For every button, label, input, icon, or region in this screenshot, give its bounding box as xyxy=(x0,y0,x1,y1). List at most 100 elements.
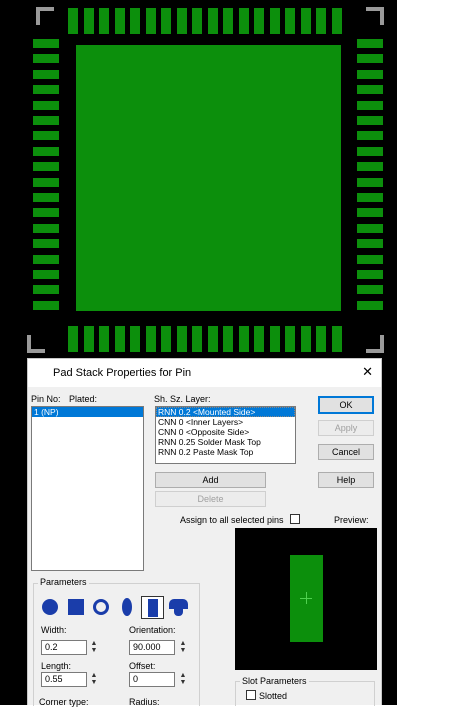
help-button[interactable]: Help xyxy=(318,472,374,488)
smd-pad[interactable] xyxy=(357,39,383,48)
smd-pad[interactable] xyxy=(357,54,383,63)
smd-pad[interactable] xyxy=(33,239,59,248)
smd-pad[interactable] xyxy=(161,326,171,352)
smd-pad[interactable] xyxy=(357,255,383,264)
smd-pad[interactable] xyxy=(254,8,264,34)
smd-pad[interactable] xyxy=(357,101,383,110)
smd-pad[interactable] xyxy=(357,178,383,187)
add-button[interactable]: Add xyxy=(155,472,266,488)
smd-pad[interactable] xyxy=(177,8,187,34)
smd-pad[interactable] xyxy=(357,193,383,202)
smd-pad[interactable] xyxy=(177,326,187,352)
smd-pad[interactable] xyxy=(357,70,383,79)
smd-pad[interactable] xyxy=(33,301,59,310)
smd-pad[interactable] xyxy=(223,326,233,352)
smd-pad[interactable] xyxy=(301,326,311,352)
width-spinner-icon[interactable]: ▲ ▼ xyxy=(90,640,98,656)
smd-pad[interactable] xyxy=(33,255,59,264)
layer-list-item[interactable]: RNN 0.2 <Mounted Side> xyxy=(156,407,295,417)
smd-pad[interactable] xyxy=(239,8,249,34)
layer-list-item[interactable]: CNN 0 <Opposite Side> xyxy=(156,427,295,437)
smd-pad[interactable] xyxy=(33,193,59,202)
square-shape-button[interactable] xyxy=(65,596,88,619)
smd-pad[interactable] xyxy=(33,39,59,48)
smd-pad[interactable] xyxy=(254,326,264,352)
smd-pad[interactable] xyxy=(270,326,280,352)
ok-button[interactable]: OK xyxy=(318,396,374,414)
smd-pad[interactable] xyxy=(270,8,280,34)
smd-pad[interactable] xyxy=(99,8,109,34)
length-spinner-icon[interactable]: ▲ ▼ xyxy=(90,672,98,688)
layer-list-item[interactable]: CNN 0 <Inner Layers> xyxy=(156,417,295,427)
smd-pad[interactable] xyxy=(33,208,59,217)
smd-pad[interactable] xyxy=(357,239,383,248)
orientation-field[interactable]: 90.000 xyxy=(129,640,175,655)
smd-pad[interactable] xyxy=(332,8,342,34)
smd-pad[interactable] xyxy=(84,8,94,34)
smd-pad[interactable] xyxy=(285,8,295,34)
smd-pad[interactable] xyxy=(84,326,94,352)
smd-pad[interactable] xyxy=(208,326,218,352)
circle-shape-button[interactable] xyxy=(39,596,62,619)
smd-pad[interactable] xyxy=(33,285,59,294)
smd-pad[interactable] xyxy=(192,326,202,352)
delete-button[interactable]: Delete xyxy=(155,491,266,507)
pin-list[interactable]: 1 (NP) xyxy=(31,406,144,571)
smd-pad[interactable] xyxy=(33,85,59,94)
smd-pad[interactable] xyxy=(357,85,383,94)
smd-pad[interactable] xyxy=(68,326,78,352)
slotted-checkbox[interactable] xyxy=(246,690,256,700)
cancel-button[interactable]: Cancel xyxy=(318,444,374,460)
smd-pad[interactable] xyxy=(332,326,342,352)
smd-pad[interactable] xyxy=(99,326,109,352)
smd-pad[interactable] xyxy=(357,301,383,310)
smd-pad[interactable] xyxy=(357,285,383,294)
smd-pad[interactable] xyxy=(68,8,78,34)
smd-pad[interactable] xyxy=(239,326,249,352)
smd-pad[interactable] xyxy=(146,326,156,352)
smd-pad[interactable] xyxy=(357,224,383,233)
apply-button[interactable]: Apply xyxy=(318,420,374,436)
smd-pad[interactable] xyxy=(357,131,383,140)
annulus-shape-button[interactable] xyxy=(90,596,113,619)
smd-pad[interactable] xyxy=(161,8,171,34)
smd-pad[interactable] xyxy=(357,116,383,125)
bullet-shape-button[interactable] xyxy=(167,596,190,619)
assign-all-checkbox[interactable] xyxy=(290,514,300,524)
smd-pad[interactable] xyxy=(357,162,383,171)
orientation-spinner-icon[interactable]: ▲ ▼ xyxy=(179,640,187,656)
offset-field[interactable]: 0 xyxy=(129,672,175,687)
offset-spinner-icon[interactable]: ▲ ▼ xyxy=(179,672,187,688)
smd-pad[interactable] xyxy=(33,101,59,110)
close-icon[interactable]: ✕ xyxy=(362,364,373,380)
smd-pad[interactable] xyxy=(316,8,326,34)
smd-pad[interactable] xyxy=(316,326,326,352)
layer-list-item[interactable]: RNN 0.2 Paste Mask Top xyxy=(156,447,295,457)
smd-pad[interactable] xyxy=(285,326,295,352)
width-field[interactable]: 0.2 xyxy=(41,640,87,655)
length-field[interactable]: 0.55 xyxy=(41,672,87,687)
smd-pad[interactable] xyxy=(33,116,59,125)
layer-list[interactable]: RNN 0.2 <Mounted Side> CNN 0 <Inner Layer… xyxy=(155,406,296,464)
smd-pad[interactable] xyxy=(33,147,59,156)
smd-pad[interactable] xyxy=(146,8,156,34)
dialog-titlebar[interactable]: Pad Stack Properties for Pin ✕ xyxy=(28,359,381,387)
smd-pad[interactable] xyxy=(301,8,311,34)
smd-pad[interactable] xyxy=(33,224,59,233)
smd-pad[interactable] xyxy=(357,208,383,217)
smd-pad[interactable] xyxy=(33,70,59,79)
smd-pad[interactable] xyxy=(130,8,140,34)
smd-pad[interactable] xyxy=(223,8,233,34)
pin-list-item[interactable]: 1 (NP) xyxy=(32,407,143,417)
smd-pad[interactable] xyxy=(33,162,59,171)
oval-shape-button[interactable] xyxy=(116,596,139,619)
smd-pad[interactable] xyxy=(130,326,140,352)
smd-pad[interactable] xyxy=(33,270,59,279)
smd-pad[interactable] xyxy=(115,8,125,34)
smd-pad[interactable] xyxy=(33,54,59,63)
smd-pad[interactable] xyxy=(357,270,383,279)
smd-pad[interactable] xyxy=(192,8,202,34)
rectangle-shape-button[interactable] xyxy=(141,596,164,619)
thermal-pad[interactable] xyxy=(76,45,341,311)
smd-pad[interactable] xyxy=(357,147,383,156)
